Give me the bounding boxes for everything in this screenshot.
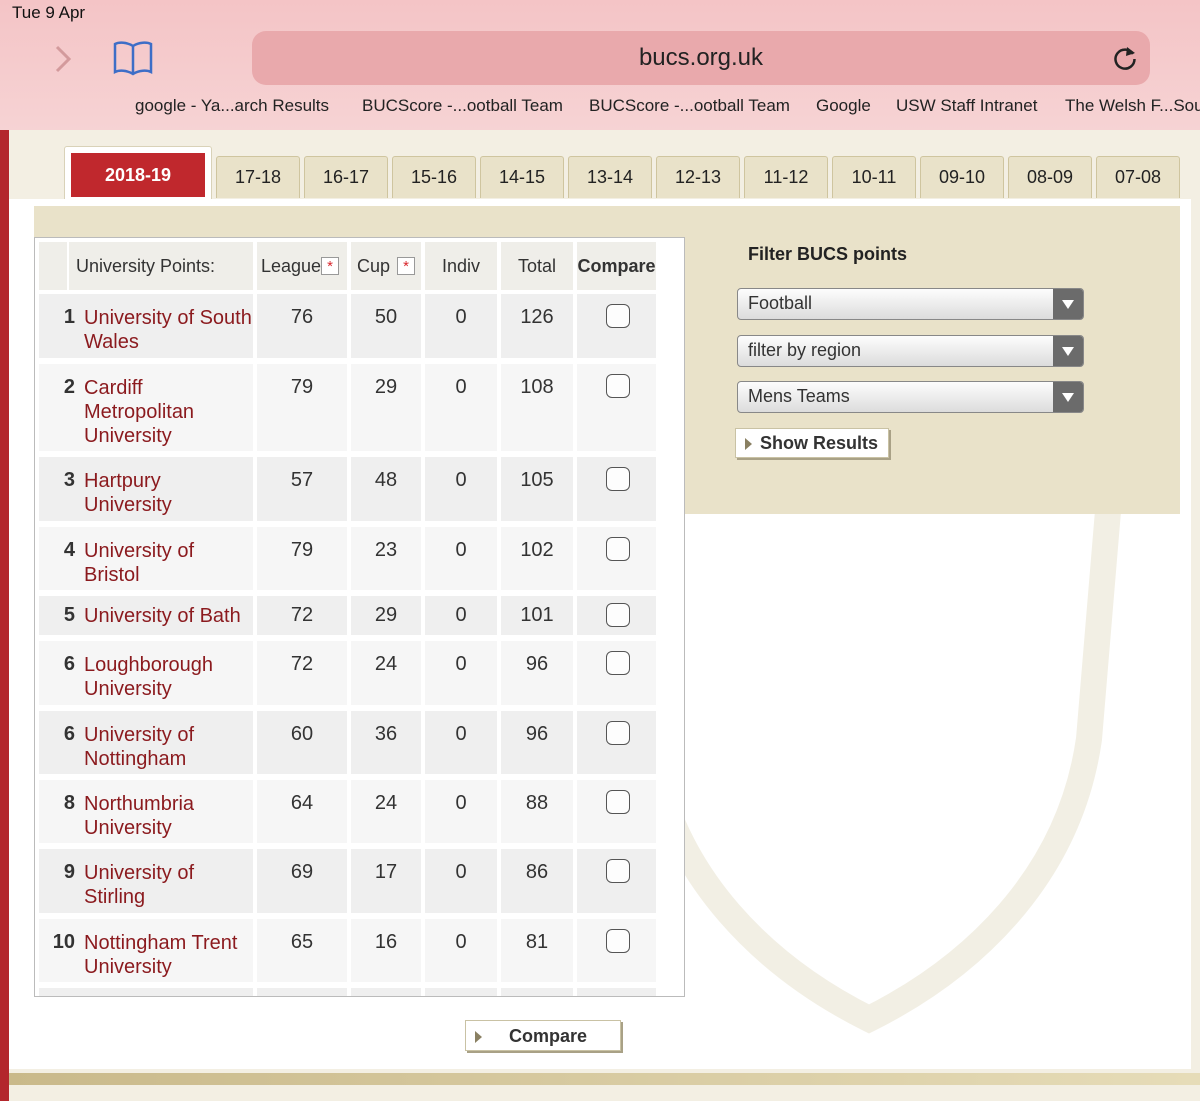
table-row: 4 University of Bristol 79 23 0 102 bbox=[39, 527, 656, 590]
university-link[interactable]: University of Bath bbox=[84, 604, 254, 628]
favorites-bar: google - Ya...arch Results BUCScore -...… bbox=[0, 96, 1200, 122]
compare-checkbox[interactable] bbox=[606, 537, 630, 561]
tab-season[interactable]: 08-09 bbox=[1008, 156, 1092, 198]
tab-season[interactable]: 10-11 bbox=[832, 156, 916, 198]
university-link[interactable]: Hartpury University bbox=[84, 469, 194, 517]
tab-season[interactable]: 09-10 bbox=[920, 156, 1004, 198]
compare-button[interactable]: Compare bbox=[465, 1020, 621, 1051]
gender-select[interactable]: Mens Teams bbox=[737, 381, 1084, 413]
bookmarks-book-icon[interactable] bbox=[112, 40, 154, 76]
tab-season[interactable]: 15-16 bbox=[392, 156, 476, 198]
header-compare: Compare bbox=[577, 256, 656, 276]
address-bar[interactable]: bucs.org.uk bbox=[252, 31, 1150, 85]
tab-season[interactable]: 14-15 bbox=[480, 156, 564, 198]
header-cup[interactable]: Cup bbox=[357, 256, 390, 277]
table-row: 2 Cardiff Metropolitan University 79 29 0… bbox=[39, 364, 656, 451]
header-total[interactable]: Total bbox=[501, 256, 573, 277]
table-row: 5 University of Bath 72 29 0 101 bbox=[39, 596, 656, 635]
watermark-crest-icon bbox=[614, 486, 1124, 1034]
tab-season[interactable]: 13-14 bbox=[568, 156, 652, 198]
header-league[interactable]: League bbox=[261, 256, 321, 277]
left-brand-bar bbox=[0, 130, 9, 1101]
university-link[interactable]: Northumbria University bbox=[84, 792, 214, 840]
university-link[interactable]: Loughborough University bbox=[84, 653, 224, 701]
tab-season[interactable]: 07-08 bbox=[1096, 156, 1180, 198]
tab-season-active[interactable]: 2018-19 bbox=[64, 146, 212, 202]
compare-checkbox[interactable] bbox=[606, 859, 630, 883]
favorite-link[interactable]: BUCScore -...ootball Team bbox=[589, 96, 790, 116]
tab-season[interactable]: 17-18 bbox=[216, 156, 300, 198]
university-link[interactable]: University of Stirling bbox=[84, 861, 214, 909]
compare-checkbox[interactable] bbox=[606, 374, 630, 398]
favorite-link[interactable]: Google bbox=[816, 96, 871, 116]
table-header: University Points: League * Cup * Indiv To… bbox=[39, 242, 656, 290]
show-results-button[interactable]: Show Results bbox=[735, 428, 889, 458]
table-row: 6 Loughborough University 72 24 0 96 bbox=[39, 641, 656, 705]
table-row: 1 University of South Wales 76 50 0 126 bbox=[39, 294, 656, 358]
header-indiv[interactable]: Indiv bbox=[425, 256, 497, 277]
compare-checkbox[interactable] bbox=[606, 467, 630, 491]
table-row: 10 Nottingham Trent University 65 16 0 81 bbox=[39, 919, 656, 982]
browser-chrome: Tue 9 Apr bucs.org.uk google - Ya...arch… bbox=[0, 0, 1200, 130]
dropdown-arrow-icon bbox=[1053, 289, 1083, 319]
table-row: 6 University of Nottingham 60 36 0 96 bbox=[39, 711, 656, 774]
table-row: 8 Northumbria University 64 24 0 88 bbox=[39, 780, 656, 843]
compare-checkbox[interactable] bbox=[606, 929, 630, 953]
university-link[interactable]: Nottingham Trent University bbox=[84, 931, 244, 979]
favorite-link[interactable]: google - Ya...arch Results bbox=[135, 96, 329, 116]
url-text: bucs.org.uk bbox=[638, 44, 764, 71]
university-link[interactable]: University of South Wales bbox=[84, 306, 254, 354]
university-link[interactable]: University of Nottingham bbox=[84, 723, 214, 771]
forward-chevron-icon[interactable] bbox=[52, 44, 74, 74]
dropdown-arrow-icon bbox=[1053, 382, 1083, 412]
compare-checkbox[interactable] bbox=[606, 603, 630, 627]
play-triangle-icon bbox=[745, 438, 752, 450]
favorite-link[interactable]: BUCScore -...ootball Team bbox=[362, 96, 563, 116]
favorite-link[interactable]: The Welsh F...Sou bbox=[1065, 96, 1200, 116]
status-time: Tue 9 Apr bbox=[12, 3, 86, 22]
footer-strip bbox=[9, 1073, 1200, 1085]
league-info-icon[interactable]: * bbox=[321, 257, 339, 275]
university-link[interactable]: Cardiff Metropolitan University bbox=[84, 376, 214, 448]
compare-checkbox[interactable] bbox=[606, 721, 630, 745]
dropdown-arrow-icon bbox=[1053, 336, 1083, 366]
compare-checkbox[interactable] bbox=[606, 790, 630, 814]
sport-select[interactable]: Football bbox=[737, 288, 1084, 320]
table-row-partial bbox=[39, 988, 656, 996]
tab-season[interactable]: 16-17 bbox=[304, 156, 388, 198]
points-table: University Points: League * Cup * Indiv To… bbox=[34, 237, 685, 997]
compare-checkbox[interactable] bbox=[606, 651, 630, 675]
header-university: University Points: bbox=[76, 256, 216, 276]
favorite-link[interactable]: USW Staff Intranet bbox=[896, 96, 1037, 116]
region-select[interactable]: filter by region bbox=[737, 335, 1084, 367]
reload-icon[interactable] bbox=[1112, 45, 1138, 71]
tab-season[interactable]: 12-13 bbox=[656, 156, 740, 198]
tab-season[interactable]: 11-12 bbox=[744, 156, 828, 198]
cup-info-icon[interactable]: * bbox=[397, 257, 415, 275]
table-row: 9 University of Stirling 69 17 0 86 bbox=[39, 849, 656, 913]
play-triangle-icon bbox=[475, 1031, 482, 1043]
table-row: 3 Hartpury University 57 48 0 105 bbox=[39, 457, 656, 521]
filter-title: Filter BUCS points bbox=[748, 244, 908, 264]
university-link[interactable]: University of Bristol bbox=[84, 539, 214, 587]
compare-checkbox[interactable] bbox=[606, 304, 630, 328]
